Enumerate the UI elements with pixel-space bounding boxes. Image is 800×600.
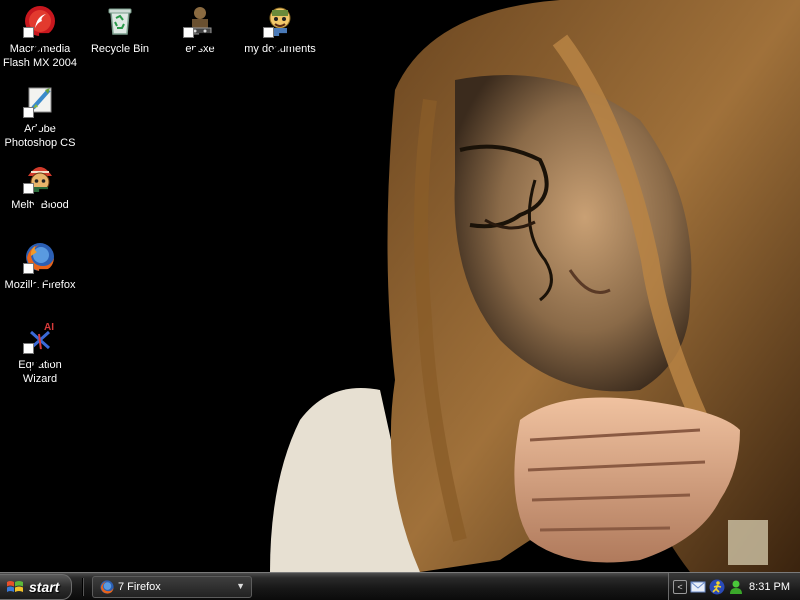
shortcut-arrow-icon — [23, 183, 53, 213]
messenger-buddy-icon[interactable] — [728, 579, 744, 595]
desktop-icon-epsxe[interactable]: epsxe — [160, 4, 240, 57]
shortcut-arrow-icon — [23, 107, 53, 137]
photoshop-icon — [23, 84, 57, 137]
system-tray: < 8:31 PM — [668, 573, 800, 600]
start-label: start — [29, 579, 60, 595]
desktop-icon-my-documents[interactable]: my documents — [240, 4, 320, 57]
desktop-icon-flash[interactable]: Macromedia Flash MX 2004 — [0, 4, 80, 70]
shortcut-arrow-icon — [23, 263, 53, 293]
flash-icon — [23, 4, 57, 57]
desktop-icon-melty-blood[interactable]: Melty Blood — [0, 160, 80, 213]
taskbar: start 7 Firefox ▼ < 8:31 PM — [0, 572, 800, 600]
shortcut-arrow-icon — [183, 27, 213, 57]
melty-blood-icon — [23, 160, 57, 213]
desktop[interactable]: Macromedia Flash MX 2004 Recycle Bin eps… — [0, 0, 800, 572]
my-documents-icon — [263, 4, 297, 57]
desktop-icon-label: Recycle Bin — [90, 43, 150, 55]
svg-text:AI: AI — [44, 322, 54, 333]
firefox-icon — [100, 580, 114, 594]
windows-logo-icon — [7, 581, 23, 592]
taskbar-button-firefox-group[interactable]: 7 Firefox ▼ — [92, 576, 252, 598]
firefox-icon — [23, 240, 57, 293]
mail-icon[interactable] — [690, 579, 706, 595]
dropdown-arrow-icon: ▼ — [236, 581, 245, 591]
shortcut-arrow-icon — [23, 343, 53, 373]
equation-wizard-icon: AI — [23, 320, 57, 373]
wallpaper-image — [270, 0, 800, 572]
desktop-icon-firefox[interactable]: Mozilla Firefox — [0, 240, 80, 293]
recycle-bin-icon — [103, 4, 137, 38]
desktop-icon-equation-wizard[interactable]: AI Equation Wizard — [0, 320, 80, 386]
epsxe-icon — [183, 4, 217, 57]
start-button[interactable]: start — [0, 574, 72, 600]
show-hidden-icon[interactable]: < — [673, 580, 687, 594]
desktop-icon-recycle-bin[interactable]: Recycle Bin — [80, 4, 160, 56]
taskbar-button-label: 7 Firefox — [118, 581, 161, 593]
clock[interactable]: 8:31 PM — [749, 581, 790, 593]
messenger-running-icon[interactable] — [709, 579, 725, 595]
shortcut-arrow-icon — [23, 27, 53, 57]
taskbar-divider — [82, 578, 84, 596]
desktop-icon-photoshop[interactable]: Adobe Photoshop CS — [0, 84, 80, 150]
shortcut-arrow-icon — [263, 27, 293, 57]
